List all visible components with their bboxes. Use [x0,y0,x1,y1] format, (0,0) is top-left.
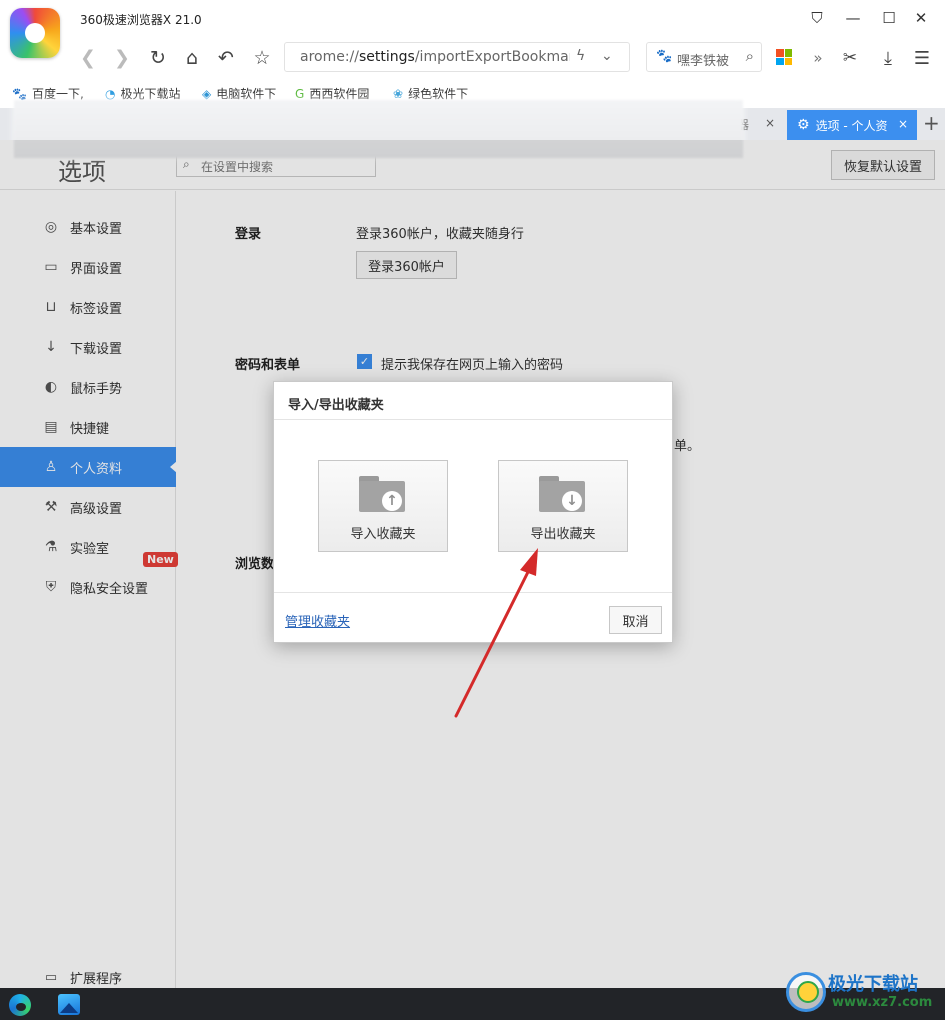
dialog-divider [274,592,672,593]
gear-icon: ⚙ [797,117,810,133]
address-bar[interactable]: arome://settings/importExportBookmark ϟ … [284,42,630,72]
new-tab-button[interactable]: + [923,111,940,135]
edge-icon[interactable] [9,994,31,1016]
export-label: 导出收藏夹 [530,527,596,542]
watermark: 极光下载站 www.xz7.com [786,968,938,1018]
search-icon[interactable]: ⌕ [746,47,754,65]
folder-export-icon: ↓ [539,476,585,512]
watermark-logo [786,972,826,1012]
photos-icon[interactable] [58,994,80,1015]
toolbar: ❮ ❯ ↻ ⌂ ↶ ☆ arome://settings/importExpor… [0,38,945,78]
more-icon[interactable]: » [804,44,832,72]
maximize-icon[interactable]: ☐ [876,6,902,30]
cancel-button[interactable]: 取消 [609,606,662,634]
undo-icon[interactable]: ↶ [212,44,240,72]
tab-close-icon[interactable]: × [765,116,775,130]
watermark-url: www.xz7.com [832,995,933,1010]
tab-label: 选项 - 个人资 [815,118,888,133]
reload-icon[interactable]: ↻ [144,44,172,72]
home-icon[interactable]: ⌂ [178,44,206,72]
leaf-icon: ❀ [393,86,404,101]
search-box[interactable]: 🐾 嘿李铁被 ⌕ [646,42,762,72]
pin-icon[interactable]: ⛉ [804,6,830,30]
back-icon[interactable]: ❮ [74,44,102,72]
menu-icon[interactable]: ☰ [908,44,936,72]
tab-bar: 器 × ⚙ 选项 - 个人资 × + [0,100,945,158]
app-logo[interactable] [10,8,60,58]
bolt-icon[interactable]: ϟ [576,48,585,64]
tab-settings[interactable]: ⚙ 选项 - 个人资 × [787,110,917,140]
pc-icon: ◈ [202,86,212,101]
chevron-down-icon[interactable]: ⌄ [601,48,613,64]
paw-icon: 🐾 [12,86,27,101]
title-bar: 360极速浏览器X 21.0 ⛉ — ☐ ✕ [0,0,945,58]
paw-icon: 🐾 [656,49,673,64]
forward-icon[interactable]: ❯ [108,44,136,72]
search-text[interactable]: 嘿李铁被 [677,50,729,69]
aurora-icon: ◔ [105,86,116,101]
download-icon[interactable]: ⤓ [874,44,902,72]
manage-bookmarks-link[interactable]: 管理收藏夹 [285,611,350,630]
watermark-text: 极光下载站 [828,974,918,995]
url-text[interactable]: arome://settings/importExportBookmark [300,49,570,65]
dialog-title: 导入/导出收藏夹 [288,398,384,413]
export-bookmarks-button[interactable]: ↓ 导出收藏夹 [498,460,628,552]
minimize-icon[interactable]: — [840,6,866,30]
import-bookmarks-button[interactable]: ↑ 导入收藏夹 [318,460,448,552]
import-label: 导入收藏夹 [350,527,416,542]
close-icon[interactable]: ✕ [908,6,934,30]
scissors-icon[interactable]: ✂ [836,44,864,72]
app-title: 360极速浏览器X 21.0 [80,13,202,27]
tab-close-icon[interactable]: × [898,117,908,131]
star-icon[interactable]: ☆ [248,44,276,72]
cc-icon: G [295,86,305,101]
folder-import-icon: ↑ [359,476,405,512]
import-export-dialog: 导入/导出收藏夹 ↑ 导入收藏夹 ↓ 导出收藏夹 管理收藏夹 取消 [273,381,673,643]
apps-icon[interactable] [776,49,792,65]
dialog-header: 导入/导出收藏夹 [274,382,672,420]
